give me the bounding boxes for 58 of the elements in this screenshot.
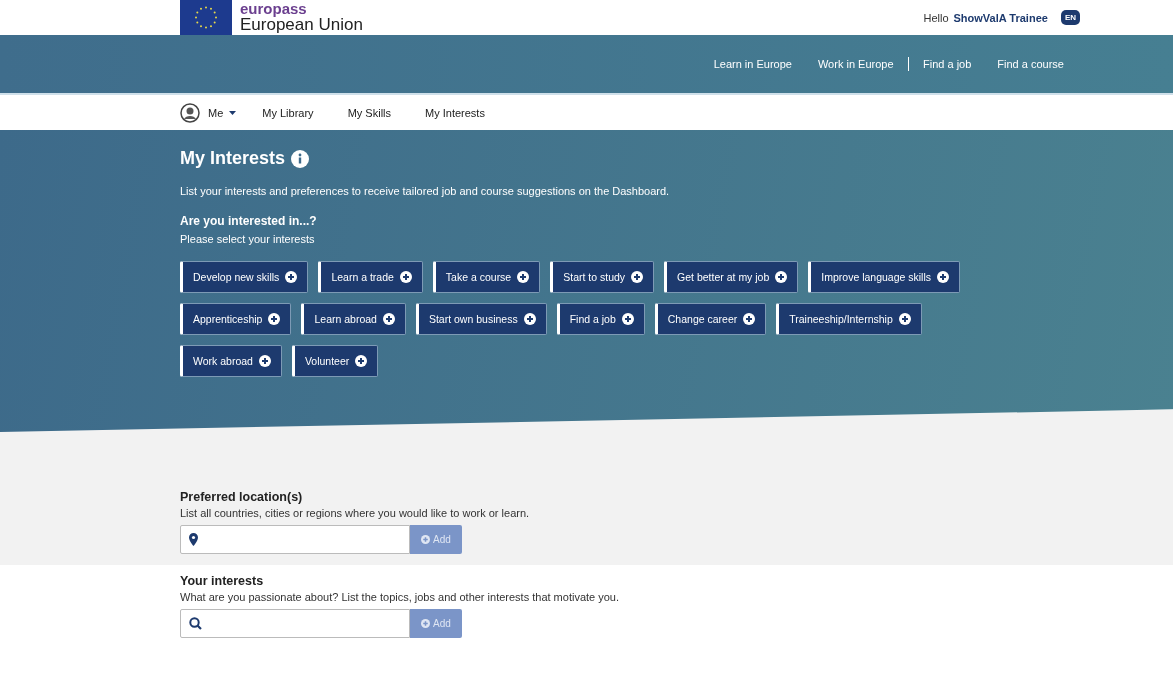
plus-circle-icon [621,313,634,325]
plus-circle-icon [743,313,756,325]
plus-circle-icon [523,313,536,325]
plus-circle-icon [898,313,911,325]
section-description: What are you passionate about? List the topics, jobs and other interests that motivate you. [180,591,621,603]
interest-chip[interactable]: Volunteer [291,345,379,377]
page-description: List your interests and preferences to receive tailored job and course suggestions on the Dashboard. [180,185,671,197]
language-button[interactable]: EN [1060,10,1080,25]
brand-subtitle: European Union [240,16,363,34]
plus-circle-icon [268,313,281,325]
interest-chip[interactable]: Take a course [432,261,541,293]
interest-chip[interactable]: Traineeship/Internship [776,303,922,335]
plus-circle-icon [631,271,644,283]
map-pin-icon [189,533,198,546]
user-avatar-icon[interactable] [180,102,200,123]
interest-chip[interactable]: Start to study [550,261,655,293]
greeting-text: Hello [923,11,949,24]
plus-circle-icon [421,535,431,544]
nav-link[interactable]: Learn in Europe [700,58,805,70]
plus-circle-icon [382,313,395,325]
hint-text: Please select your interests [180,233,316,245]
plus-circle-icon [775,271,788,283]
plus-circle-icon [399,271,412,283]
nav-link[interactable]: Find a course [984,58,1077,70]
plus-circle-icon [258,355,271,367]
location-field[interactable] [180,525,410,554]
interest-chip[interactable]: Learn a trade [318,261,423,293]
interest-chip[interactable]: Get better at my job [664,261,799,293]
interest-chip[interactable]: Learn abroad [301,303,406,335]
nav-tab[interactable]: My Interests [425,106,485,119]
section-title: Preferred location(s) [180,490,304,504]
interest-chip[interactable]: Work abroad [180,345,282,377]
interest-search-field[interactable] [180,609,410,638]
section-description: List all countries, cities or regions where you would like to work or learn. [180,507,531,519]
interest-chip[interactable]: Change career [654,303,767,335]
nav-link[interactable]: Find a job [910,58,985,70]
plus-circle-icon [285,271,298,283]
interest-chip[interactable]: Find a job [556,303,645,335]
interest-chip[interactable]: Improve language skills [808,261,961,293]
interest-chip[interactable]: Start own business [415,303,547,335]
section-title: Your interests [180,574,265,588]
question-heading: Are you interested in...? [180,214,318,228]
search-icon [189,617,202,630]
info-icon[interactable] [291,149,310,168]
nav-link[interactable]: Work in Europe [804,58,907,70]
me-menu[interactable]: Me [208,106,224,119]
user-name[interactable]: ShowValA Trainee [953,11,1048,24]
flag-logo-icon [180,0,232,35]
nav-tab[interactable]: My Skills [347,106,391,119]
plus-circle-icon [937,271,950,283]
caret-icon[interactable] [229,110,237,115]
plus-circle-icon [517,271,530,283]
nav-tab[interactable]: My Library [262,106,314,119]
interest-chip[interactable]: Develop new skills [180,261,309,293]
interest-chip[interactable]: Apprenticeship [180,303,292,335]
plus-circle-icon [421,619,431,628]
page-title: My Interests [180,148,286,169]
plus-circle-icon [355,355,368,367]
